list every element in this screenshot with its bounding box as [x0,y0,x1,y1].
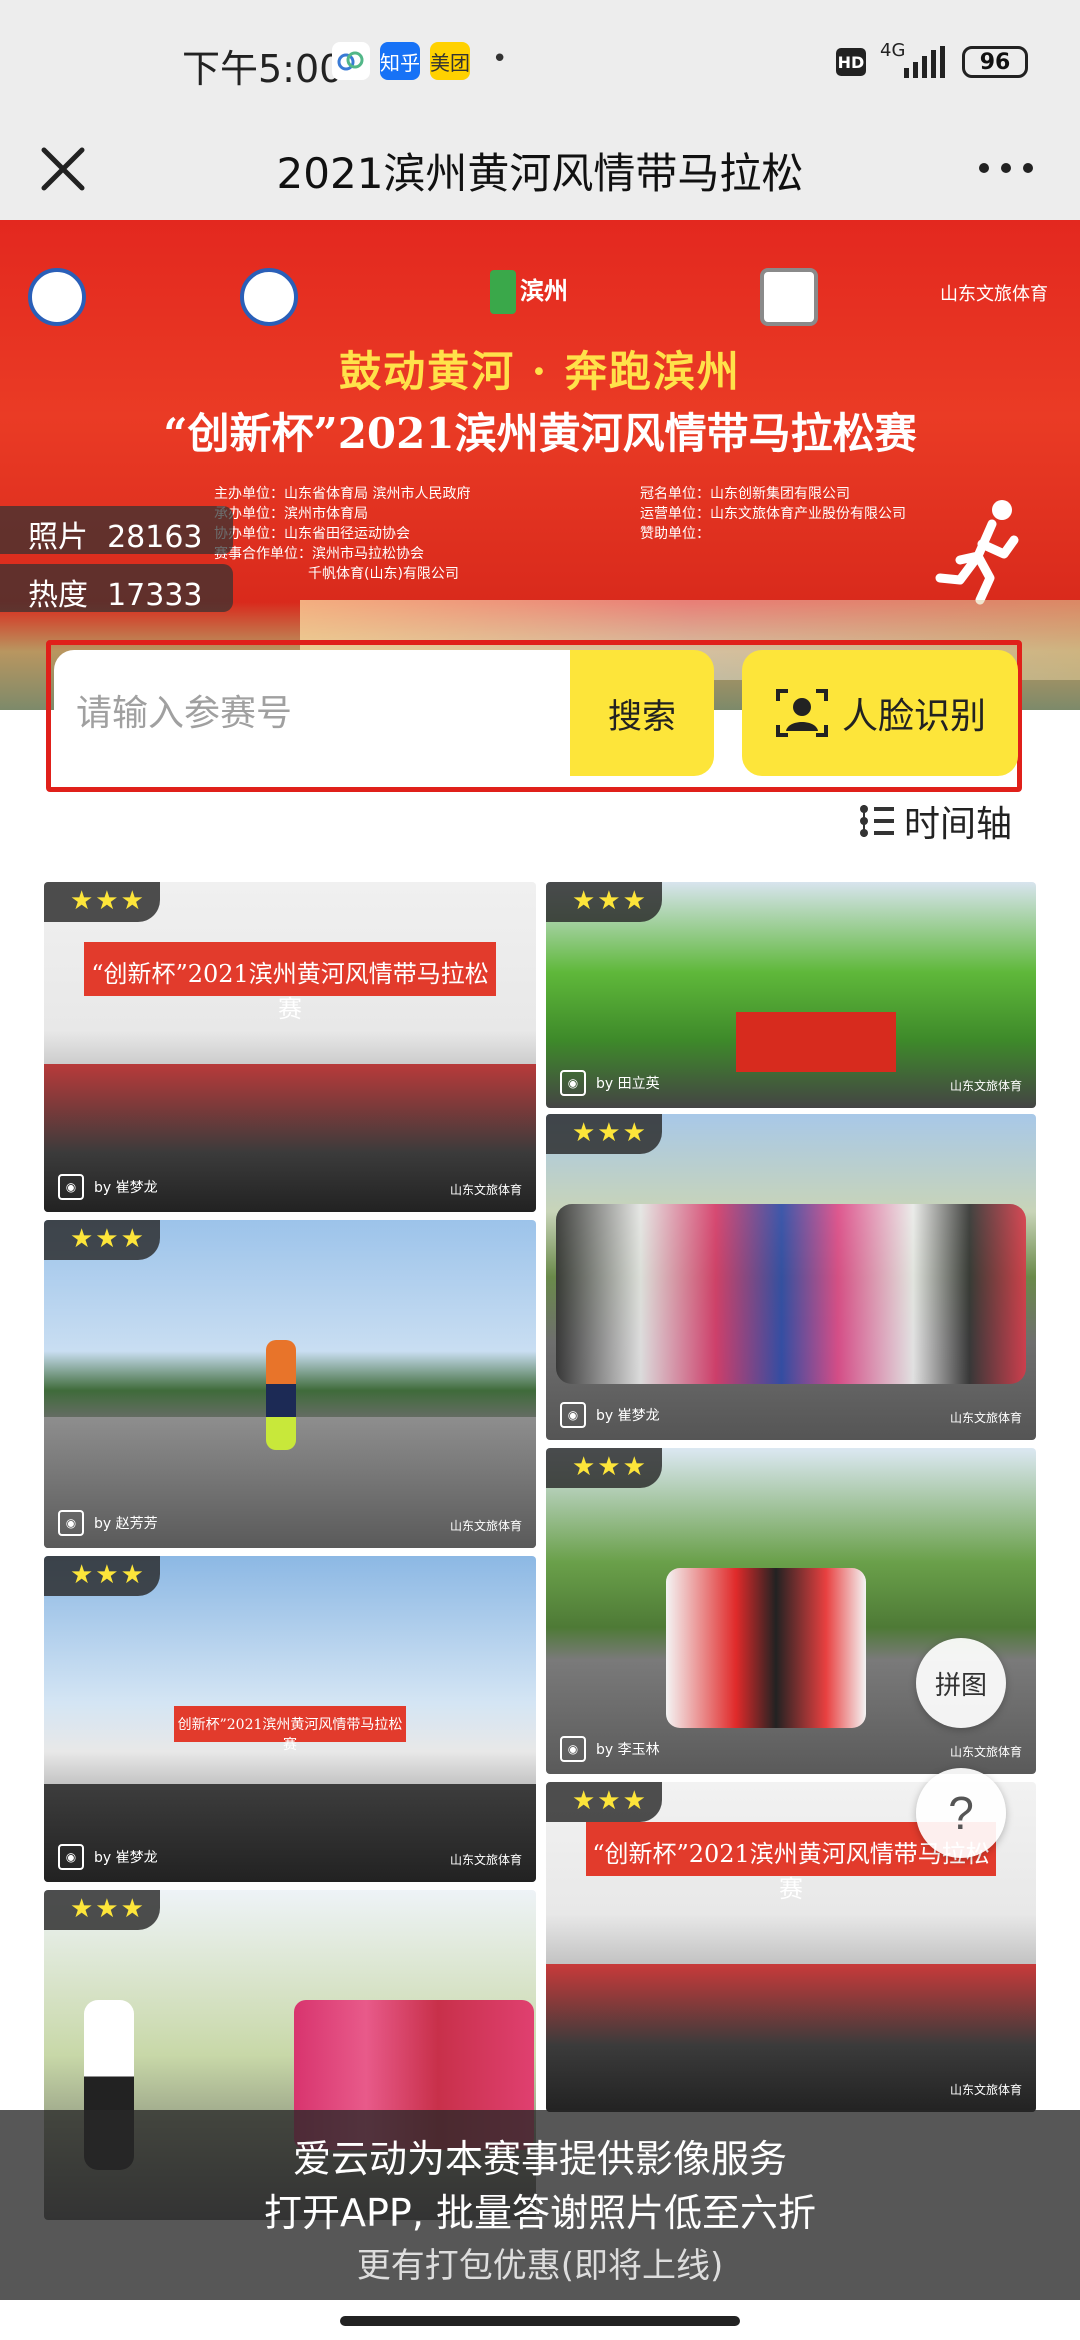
timeline-label: 时间轴 [904,804,1013,845]
watermark: 山东文旅体育 [449,1183,522,1197]
timeline-toggle[interactable]: 时间轴 [856,796,1012,846]
status-bar: 下午5:00 知乎 美团 • HD 4G 96 [0,0,1080,120]
more-icon[interactable] [972,148,1042,188]
camera-icon: ◉ [58,1844,84,1870]
rating-stars: ★★★ [44,1556,160,1596]
signal-icon [904,46,945,78]
rating-stars: ★★★ [546,1114,662,1154]
meituan-app-icon: 美团 [430,42,470,80]
photo-credit: ◉ by 崔梦龙 [58,1174,158,1200]
photo-card[interactable]: ★★★ ◉ by 田立英 山东文旅体育 [546,882,1036,1108]
zhihu-app-icon: 知乎 [380,42,420,80]
page: 下午5:00 知乎 美团 • HD 4G 96 2021滨州黄河风情带马拉松 滨… [0,0,1080,2340]
camera-icon: ◉ [560,1070,586,1096]
rating-stars: ★★★ [546,1448,662,1488]
red-banner-image [736,1012,896,1072]
photo-card[interactable]: ★★★ ◉ by 崔梦龙 山东文旅体育 [546,1114,1036,1440]
finish-arch-sign: 创新杯”2021滨州黄河风情带马拉松赛 [174,1706,406,1753]
watermark: 山东文旅体育 [449,1519,522,1533]
photo-credit: ◉ by 赵芳芳 [58,1510,158,1536]
heat-count-badge: 热度 17333 [0,564,233,613]
photo-card[interactable]: ★★★ ◉ by 赵芳芳 山东文旅体育 [44,1220,536,1548]
camera-icon: ◉ [560,1736,586,1762]
athletics-logo-icon [240,268,298,326]
battery-indicator: 96 [962,46,1028,78]
camera-icon: ◉ [58,1510,84,1536]
page-title: 2021滨州黄河风情带马拉松 [276,149,804,198]
rating-stars: ★★★ [546,1782,662,1822]
camera-icon: ◉ [560,1402,586,1428]
runners-group-image [556,1204,1026,1384]
rating-stars: ★★★ [44,1890,160,1930]
search-button[interactable]: 搜索 [570,650,714,776]
promo-line-1: 爱云动为本赛事提供影像服务 [292,2137,787,2181]
photo-card[interactable]: 创新杯”2021滨州黄河风情带马拉松赛 ★★★ ◉ by 崔梦龙 山东文旅体育 [44,1556,536,1882]
organizers-right: 冠名单位：山东创新集团有限公司 运营单位：山东文旅体育产业股份有限公司 赞助单位… [640,484,906,544]
camera-icon: ◉ [58,1174,84,1200]
face-recognition-button[interactable]: 人脸识别 [742,650,1018,776]
help-button[interactable]: ? [916,1768,1006,1858]
promo-line-2: 打开APP, 批量答谢照片低至六折 [264,2191,816,2235]
runner-figure [266,1340,296,1450]
photo-credit: ◉ by 崔梦龙 [560,1402,660,1428]
finish-arch-sign: “创新杯”2021滨州黄河风情带马拉松赛 [84,942,496,1023]
watermark: 山东文旅体育 [949,1745,1022,1759]
timeline-icon [860,805,894,837]
organizer-line: 赛事合作单位：滨州市马拉松协会 [214,546,424,562]
association-logo-icon [28,268,86,326]
watermark: 山东文旅体育 [949,1411,1022,1425]
heat-count-value: 17333 [107,578,203,613]
watermark: 山东文旅体育 [949,1079,1022,1093]
rating-stars: ★★★ [44,882,160,922]
photographer-name: by 崔梦龙 [94,1180,158,1196]
photographer-name: by 崔梦龙 [94,1850,158,1866]
face-recognition-label: 人脸识别 [841,695,986,736]
organizers-left: 主办单位：山东省体育局 滨州市人民政府 承办单位：滨州市体育局 协办单位：山东省… [214,484,470,584]
organizer-line: 运营单位：山东文旅体育产业股份有限公司 [640,506,906,522]
home-indicator[interactable] [340,2316,740,2326]
heat-count-label: 热度 [28,578,88,613]
photo-count-badge: 照片 28163 [0,506,233,555]
promo-line-3: 更有打包优惠(即将上线) [356,2246,724,2286]
hd-badge: HD [836,48,866,76]
watermark: 山东文旅体育 [949,2083,1022,2097]
photographer-name: by 赵芳芳 [94,1516,158,1532]
photo-card[interactable]: “创新杯”2021滨州黄河风情带马拉松赛 ★★★ ◉ by 崔梦龙 山东文旅体育 [44,882,536,1212]
runners-group-image [666,1568,866,1728]
banner-slogan: 鼓动黄河 · 奔跑滨州 [339,347,741,396]
banner-event-title: “创新杯”2021滨州黄河风情带马拉松赛 [163,409,917,458]
title-bar: 2021滨州黄河风情带马拉松 [0,120,1080,220]
organizer-line: 主办单位：山东省体育局 滨州市人民政府 [214,486,471,502]
photographer-name: by 李玉林 [596,1742,660,1758]
photographer-name: by 田立英 [596,1076,660,1092]
photo-count-value: 28163 [107,520,203,555]
cloud-app-icon [332,42,370,80]
organizer-line: 冠名单位：山东创新集团有限公司 [640,486,850,502]
photo-count-label: 照片 [28,520,88,555]
face-scan-icon [775,689,828,737]
photo-credit: ◉ by 李玉林 [560,1736,660,1762]
status-time: 下午5:00 [182,47,344,91]
photo-credit: ◉ by 田立英 [560,1070,660,1096]
status-dot: • [492,44,508,74]
rating-stars: ★★★ [546,882,662,922]
rating-stars: ★★★ [44,1220,160,1260]
binzhou-logo-text: 滨州 [520,277,568,305]
event-banner: 滨州 山东文旅体育 鼓动黄河 · 奔跑滨州 “创新杯”2021滨州黄河风情带马拉… [0,220,1080,710]
organizer-line: 赞助单位： [640,526,710,542]
runner-icon [935,500,1019,605]
bib-number-input[interactable] [54,650,574,776]
organizer-line: 承办单位：滨州市体育局 [214,506,368,522]
app-promo-banner[interactable]: 爱云动为本赛事提供影像服务 打开APP, 批量答谢照片低至六折 更有打包优惠(即… [0,2110,1080,2300]
collage-button[interactable]: 拼图 [916,1638,1006,1728]
sponsor-logo: 山东文旅体育 [940,284,1048,305]
binzhou-logo: 滨州 [490,270,600,322]
photographer-name: by 崔梦龙 [596,1408,660,1424]
organizer-line: 千帆体育(山东)有限公司 [308,566,459,582]
innovation-logo-icon [760,268,818,326]
photo-credit: ◉ by 崔梦龙 [58,1844,158,1870]
organizer-line: 协办单位：山东省田径运动协会 [214,526,410,542]
watermark: 山东文旅体育 [449,1853,522,1867]
